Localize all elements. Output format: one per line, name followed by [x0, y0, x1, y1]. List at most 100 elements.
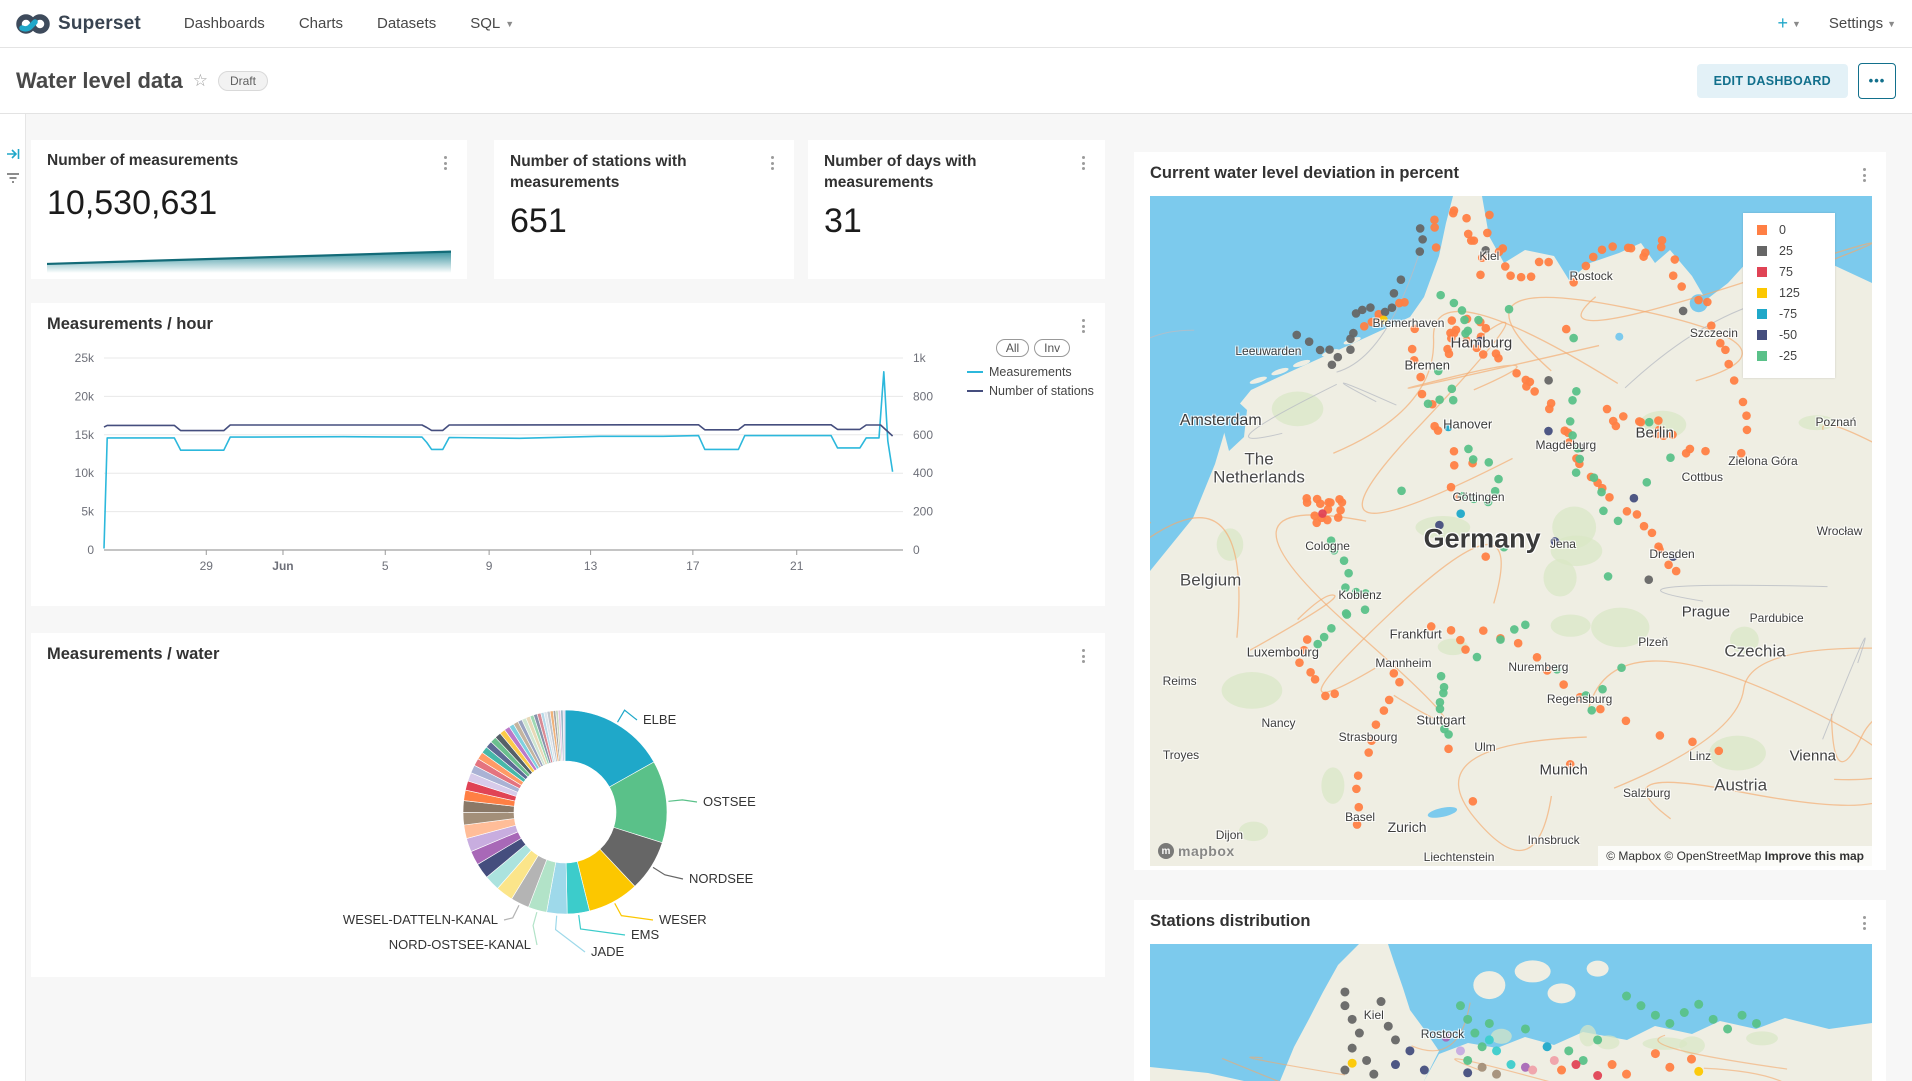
svg-text:600: 600 [913, 428, 933, 442]
big-number-value: 31 [824, 202, 862, 241]
expand-filter-bar-icon[interactable] [0, 142, 26, 166]
card-number-of-days: Number of days with measurements 31 [808, 140, 1105, 279]
improve-map-link[interactable]: Improve this map [1765, 849, 1864, 863]
svg-text:OSTSEE: OSTSEE [703, 794, 756, 809]
superset-logo[interactable]: Superset [16, 13, 141, 35]
legend-invert-button[interactable]: Inv [1034, 339, 1070, 357]
legend-color-swatch [1757, 225, 1767, 235]
filter-bar-collapsed [0, 114, 26, 1081]
svg-text:20k: 20k [75, 389, 95, 403]
nav-item-sql[interactable]: SQL ▼ [453, 0, 531, 47]
map-attribution: © Mapbox © OpenStreetMap Improve this ma… [1598, 846, 1872, 866]
line-chart-canvas[interactable]: 25k1k20k80015k60010k4005k2000029Jun59131… [31, 339, 961, 629]
top-navbar: Superset DashboardsChartsDatasetsSQL ▼ +… [0, 0, 1912, 48]
legend-color-swatch [1757, 351, 1767, 361]
map-color-legend: 0 25 75 125 -75 -50 -25 [1743, 213, 1835, 378]
svg-text:0: 0 [87, 543, 94, 557]
chart-menu-kebab[interactable] [764, 154, 780, 172]
nav-item-datasets[interactable]: Datasets [360, 0, 453, 47]
svg-text:WESER: WESER [659, 912, 707, 927]
legend-item-number-of-stations[interactable]: Number of stations [967, 384, 1099, 398]
donut-chart-canvas[interactable]: ELBE OSTSEE NORDSEE WESEREMS JADE NORD-OSTSEE… [31, 633, 1105, 977]
attribution-text: © Mapbox © OpenStreetMap [1606, 849, 1761, 863]
legend-line-swatch [967, 390, 983, 392]
infinity-logo-icon [16, 13, 50, 35]
nav-item-charts[interactable]: Charts [282, 0, 360, 47]
svg-text:5k: 5k [81, 505, 95, 519]
chart-title: Number of stations with measurements [510, 152, 760, 194]
svg-text:17: 17 [686, 559, 700, 573]
svg-text:400: 400 [913, 466, 933, 480]
map-legend-item[interactable]: 75 [1757, 265, 1835, 279]
svg-text:ELBE: ELBE [643, 712, 677, 727]
chart-menu-kebab[interactable] [437, 154, 453, 172]
legend-color-swatch [1757, 246, 1767, 256]
nav-right: + ▼ Settings ▼ [1777, 13, 1896, 34]
chart-menu-kebab[interactable] [1856, 166, 1872, 184]
svg-text:21: 21 [790, 559, 804, 573]
chart-menu-kebab[interactable] [1075, 317, 1091, 335]
svg-text:1k: 1k [913, 351, 927, 365]
svg-text:NORD-OSTSEE-KANAL: NORD-OSTSEE-KANAL [389, 937, 531, 952]
map-legend-item[interactable]: -25 [1757, 349, 1835, 363]
more-options-button[interactable]: ••• [1858, 63, 1896, 99]
settings-label: Settings [1829, 15, 1883, 32]
svg-text:800: 800 [913, 389, 933, 403]
stations-map-canvas[interactable]: KielRostock [1150, 944, 1872, 1081]
svg-text:JADE: JADE [591, 944, 625, 959]
chart-menu-kebab[interactable] [1856, 914, 1872, 932]
svg-text:NORDSEE: NORDSEE [689, 871, 754, 886]
settings-menu[interactable]: Settings ▼ [1829, 15, 1896, 32]
big-number-value: 10,530,631 [47, 184, 217, 223]
map-legend-item[interactable]: -50 [1757, 328, 1835, 342]
chart-title: Number of days with measurements [824, 152, 1074, 194]
chart-title: Current water level deviation in percent [1150, 164, 1459, 183]
card-measurements-per-hour: Measurements / hour All Inv Measurements… [31, 303, 1105, 606]
nav-item-dashboards[interactable]: Dashboards [167, 0, 282, 47]
svg-text:WESEL-DATTELN-KANAL: WESEL-DATTELN-KANAL [343, 912, 498, 927]
big-number-value: 651 [510, 202, 567, 241]
legend-item-measurements[interactable]: Measurements [967, 365, 1099, 379]
map-legend-item[interactable]: 125 [1757, 286, 1835, 300]
chart-title: Stations distribution [1150, 912, 1310, 931]
map-legend-item[interactable]: 25 [1757, 244, 1835, 258]
chevron-down-icon: ▼ [505, 19, 514, 29]
legend-select-all-button[interactable]: All [996, 339, 1029, 357]
svg-text:10k: 10k [75, 466, 95, 480]
filter-icon[interactable] [0, 166, 26, 190]
svg-text:15k: 15k [75, 428, 95, 442]
superset-dashboard: Superset DashboardsChartsDatasetsSQL ▼ +… [0, 0, 1912, 1081]
plus-icon: + [1777, 13, 1788, 34]
chart-title: Measurements / water [47, 645, 219, 664]
legend-color-swatch [1757, 267, 1767, 277]
card-measurements-per-water: Measurements / water ELBE OSTSEE NORDSEE WE… [31, 633, 1105, 977]
mapbox-logo[interactable]: m mapbox [1158, 843, 1235, 859]
chevron-down-icon: ▼ [1792, 19, 1801, 29]
chart-menu-kebab[interactable] [1075, 154, 1091, 172]
favorite-star-icon[interactable]: ☆ [193, 71, 208, 91]
status-badge: Draft [218, 71, 268, 91]
legend-color-swatch [1757, 330, 1767, 340]
svg-text:13: 13 [584, 559, 598, 573]
chevron-down-icon: ▼ [1887, 19, 1896, 29]
new-item-button[interactable]: + ▼ [1777, 13, 1800, 34]
trend-sparkline [47, 237, 451, 273]
card-number-of-measurements: Number of measurements 10,530,631 [31, 140, 467, 279]
chart-menu-kebab[interactable] [1075, 647, 1091, 665]
card-water-level-deviation-map: Current water level deviation in percent… [1134, 152, 1886, 870]
map-legend-item[interactable]: -75 [1757, 307, 1835, 321]
chart-legend: All Inv Measurements Number of stations [967, 339, 1099, 398]
map-legend-item[interactable]: 0 [1757, 223, 1835, 237]
dashboard-header: Water level data ☆ Draft EDIT DASHBOARD … [0, 48, 1912, 114]
svg-text:EMS: EMS [631, 927, 660, 942]
legend-line-swatch [967, 371, 983, 373]
svg-text:200: 200 [913, 505, 933, 519]
edit-dashboard-button[interactable]: EDIT DASHBOARD [1697, 64, 1848, 98]
svg-text:29: 29 [200, 559, 214, 573]
chart-title: Number of measurements [47, 152, 238, 170]
svg-text:9: 9 [486, 559, 493, 573]
legend-color-swatch [1757, 309, 1767, 319]
card-number-of-stations: Number of stations with measurements 651 [494, 140, 794, 279]
deviation-map-canvas[interactable]: LeeuwardenAmsterdamBremerhavenKielHambur… [1150, 196, 1872, 866]
chart-title: Measurements / hour [47, 315, 213, 334]
